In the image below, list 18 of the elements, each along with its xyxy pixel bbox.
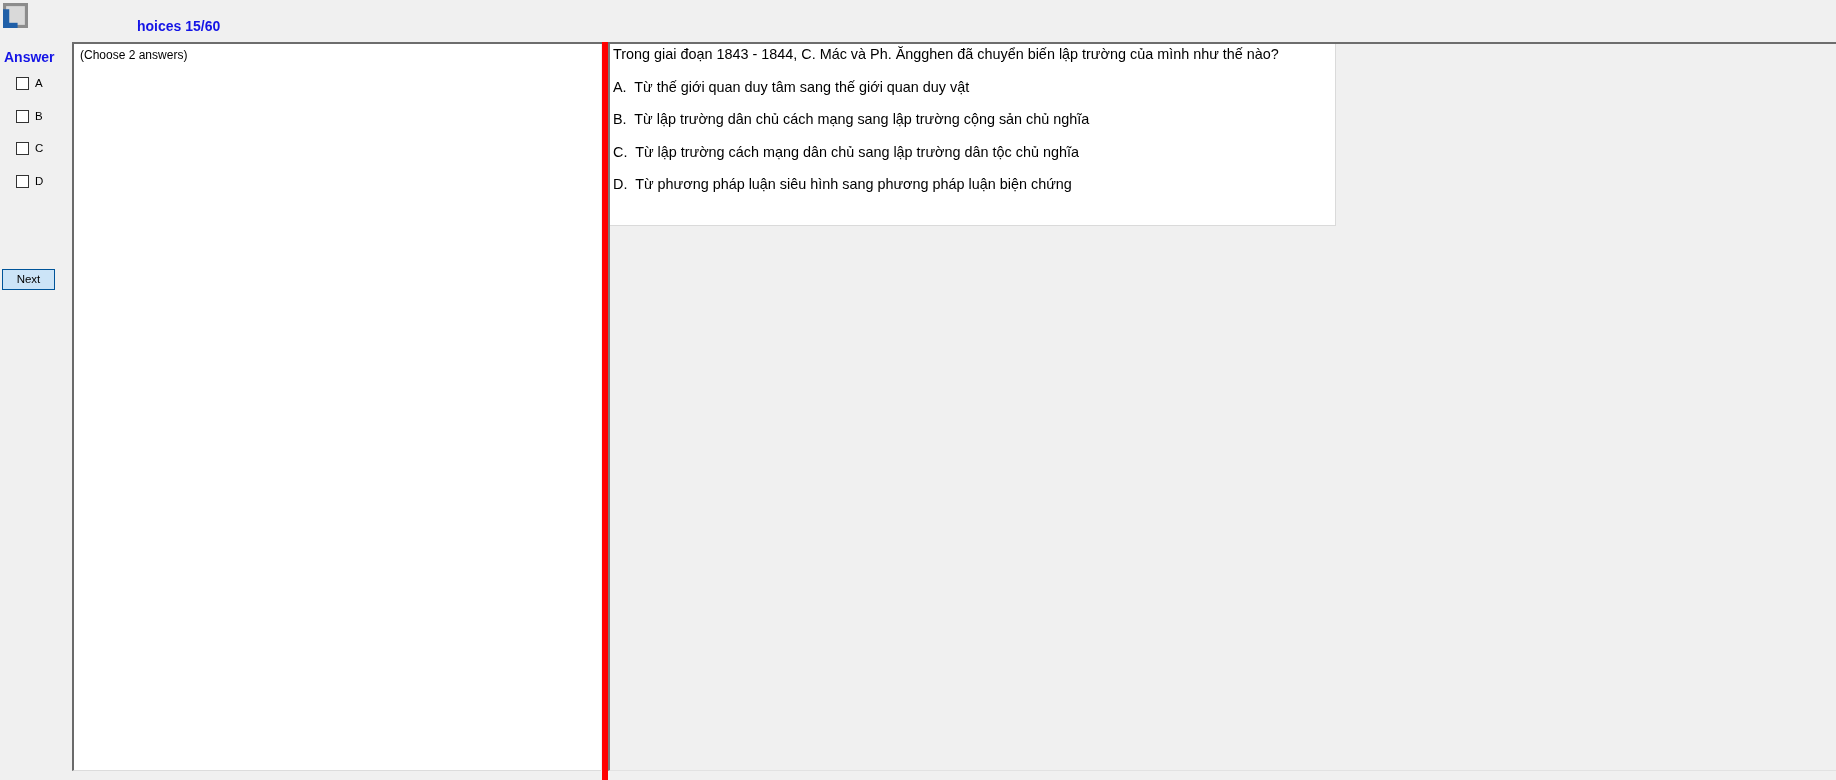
option-label: C — [35, 142, 44, 155]
answer-option: C. Từ lập trường cách mạng dân chủ sang lập trường dân tộc chủ nghĩa — [613, 143, 1079, 160]
answer-option: A. Từ thế giới quan duy tâm sang thế giới quan duy vật — [613, 78, 970, 95]
option-label: A — [35, 77, 43, 90]
next-button[interactable]: Next — [2, 268, 55, 290]
checkbox[interactable] — [16, 142, 29, 155]
instruction-text: (Choose 2 answers) — [80, 48, 188, 62]
question-text: Trong giai đoạn 1843 - 1844, C. Mác và Ph. Ăngghen đã chuyển biến lập trường của mình như thế nào? — [613, 46, 1279, 62]
option-label: B — [35, 109, 43, 123]
option-label: D — [35, 174, 44, 188]
checkbox[interactable] — [16, 174, 29, 188]
answer-option: B. Từ lập trường dân chủ cách mạng sang lập trường cộng sản chủ nghĩa — [613, 111, 1090, 127]
app-icon — [3, 3, 28, 28]
window-title: hoices 15/60 — [137, 18, 221, 34]
answer-heading: Answer — [4, 49, 55, 65]
answer-option: D. Từ phương pháp luận siêu hình sang phương pháp luận biện chứng — [613, 176, 1072, 192]
checkbox[interactable] — [16, 109, 29, 123]
checkbox[interactable] — [16, 77, 29, 90]
